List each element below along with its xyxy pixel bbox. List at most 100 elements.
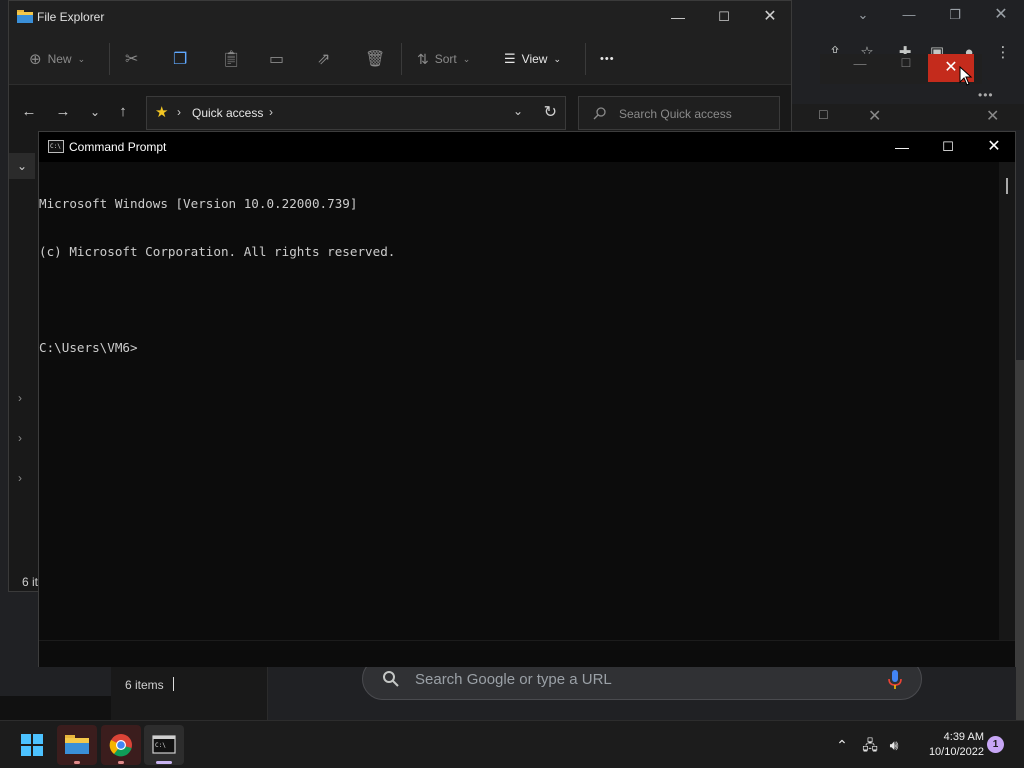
refresh-icon[interactable]: ↻ <box>544 102 557 122</box>
forward-button[interactable]: → <box>52 102 74 122</box>
taskbar-chrome[interactable] <box>101 725 141 765</box>
console-line: Microsoft Windows [Version 10.0.22000.73… <box>39 196 358 211</box>
background-window-titlebar-2: ☐ ✕ ✕ <box>790 104 1024 130</box>
cmd-maximize-button[interactable]: ☐ <box>925 132 971 162</box>
taskbar-command-prompt[interactable]: C:\ <box>144 725 184 765</box>
windows-logo-icon <box>21 734 43 756</box>
mouse-pointer-icon <box>959 66 973 86</box>
notification-badge[interactable]: 1 <box>987 736 1004 753</box>
chrome-restore-button[interactable]: ❐ <box>940 4 970 26</box>
up-button[interactable]: ↑ <box>112 102 134 122</box>
new-label: New <box>47 52 72 66</box>
sort-button[interactable]: ⇅ Sort ⌄ <box>417 49 470 69</box>
view-button[interactable]: ☰ View ⌄ <box>504 49 561 69</box>
copy-button[interactable]: ❐ <box>173 49 187 69</box>
chrome-close-button[interactable]: ✕ <box>986 4 1016 26</box>
folder-icon <box>65 735 89 754</box>
chevron-right-icon[interactable]: › <box>18 431 22 445</box>
chrome-titlebar: ⌄ — ❐ ✕ <box>790 0 1024 30</box>
new-button[interactable]: ⊕ New ⌄ <box>29 49 85 69</box>
background-explorer-statusbar: 6 items <box>111 666 268 720</box>
terminal-icon: C:\ <box>152 735 176 754</box>
search-icon <box>593 107 606 120</box>
folder-icon <box>17 10 33 23</box>
cmd-console[interactable]: Microsoft Windows [Version 10.0.22000.73… <box>39 162 1001 640</box>
taskbar-file-explorer[interactable] <box>57 725 97 765</box>
chrome-minimize-button[interactable]: — <box>894 4 924 26</box>
close-icon[interactable]: ✕ <box>986 106 999 126</box>
rename-button[interactable]: ▭ <box>269 49 284 69</box>
cmd-minimize-button[interactable]: — <box>879 132 925 162</box>
close-icon[interactable]: ✕ <box>868 106 881 126</box>
chevron-right-icon[interactable]: › <box>18 471 22 485</box>
scrollbar-thumb[interactable] <box>1006 178 1008 194</box>
chevron-right-icon: › <box>177 105 181 119</box>
chrome-tab-search-icon[interactable]: ⌄ <box>848 4 878 26</box>
cut-button[interactable]: ✂ <box>125 49 138 69</box>
system-clock[interactable]: 4:39 AM 10/10/2022 <box>912 730 984 760</box>
plus-circle-icon: ⊕ <box>29 51 42 68</box>
sort-icon: ⇅ <box>417 50 429 67</box>
sort-label: Sort <box>434 52 457 66</box>
explorer-titlebar[interactable]: File Explorer — ☐ ✕ <box>9 1 791 33</box>
more-icon[interactable]: ••• <box>978 88 994 102</box>
back-button[interactable]: ← <box>18 102 40 122</box>
more-options-button[interactable]: ••• <box>600 49 615 69</box>
recent-locations-button[interactable]: ⌄ <box>84 102 106 122</box>
clock-time: 4:39 AM <box>943 731 984 743</box>
cmd-icon: C:\ <box>48 140 64 153</box>
chevron-right-icon[interactable]: › <box>18 391 22 405</box>
background-maximize-button[interactable]: ☐ <box>896 56 916 70</box>
omnibox-placeholder: Search Google or type a URL <box>415 671 612 688</box>
explorer-title: File Explorer <box>37 10 105 24</box>
search-box[interactable] <box>578 96 780 130</box>
more-icon: ••• <box>600 53 615 65</box>
chrome-menu-icon[interactable]: ⋮ <box>992 40 1014 66</box>
clock-date: 10/10/2022 <box>928 746 984 758</box>
cmd-bottom-bar <box>39 640 1015 667</box>
address-dropdown-icon[interactable]: ⌄ <box>513 104 523 118</box>
explorer-address-row: ← → ⌄ ↑ ★ › Quick access › ⌄ ↻ <box>9 85 791 137</box>
maximize-icon[interactable]: ☐ <box>818 108 829 122</box>
explorer-minimize-button[interactable]: — <box>655 1 701 33</box>
explorer-close-button[interactable]: ✕ <box>747 1 793 33</box>
chevron-down-icon: ⌄ <box>553 53 561 64</box>
toolbar-divider <box>401 43 402 75</box>
item-count: 6 items <box>125 678 164 692</box>
active-indicator <box>156 761 172 764</box>
search-input[interactable] <box>619 105 769 123</box>
volume-icon[interactable]: 🔊︎ <box>884 735 904 755</box>
explorer-status: 6 it <box>22 575 39 589</box>
toolbar-divider <box>109 43 110 75</box>
address-bar[interactable]: ★ › Quick access › ⌄ ↻ <box>146 96 566 130</box>
cmd-titlebar[interactable]: C:\ Command Prompt — ☐ ✕ <box>39 132 1015 162</box>
console-line: (c) Microsoft Corporation. All rights re… <box>39 244 396 259</box>
show-hidden-icons-chevron-icon[interactable]: ⌃ <box>832 735 852 755</box>
taskbar: C:\ ⌃ 🖧︎ 🔊︎ 4:39 AM 10/10/2022 1 <box>0 720 1024 768</box>
share-button[interactable]: ⇗ <box>317 49 330 69</box>
network-icon[interactable]: 🖧︎ <box>860 735 880 755</box>
chevron-right-icon[interactable]: › <box>269 105 273 119</box>
chevron-down-icon: ⌄ <box>77 53 86 64</box>
running-indicator <box>74 761 80 764</box>
paste-button[interactable]: 📋︎ <box>221 49 241 69</box>
share-icon: ⇗ <box>317 51 331 68</box>
chrome-scrollbar[interactable] <box>1016 360 1024 720</box>
clipboard-icon: 📋︎ <box>221 51 242 68</box>
console-prompt[interactable]: C:\Users\VM6> <box>39 340 1001 356</box>
nav-pane-expand-button[interactable]: ⌄ <box>9 153 35 179</box>
address-location[interactable]: Quick access <box>192 106 263 120</box>
cmd-title: Command Prompt <box>69 140 167 154</box>
search-icon <box>383 671 399 687</box>
explorer-maximize-button[interactable]: ☐ <box>701 1 747 33</box>
microphone-icon[interactable] <box>887 669 903 691</box>
start-button[interactable] <box>12 725 52 765</box>
background-minimize-button[interactable]: — <box>850 56 870 71</box>
scissors-icon: ✂ <box>125 51 139 68</box>
cmd-close-button[interactable]: ✕ <box>971 132 1017 162</box>
status-divider <box>173 677 174 691</box>
cmd-vertical-scrollbar[interactable] <box>999 162 1015 640</box>
view-label: View <box>521 52 548 66</box>
delete-button[interactable]: 🗑︎ <box>365 49 385 69</box>
